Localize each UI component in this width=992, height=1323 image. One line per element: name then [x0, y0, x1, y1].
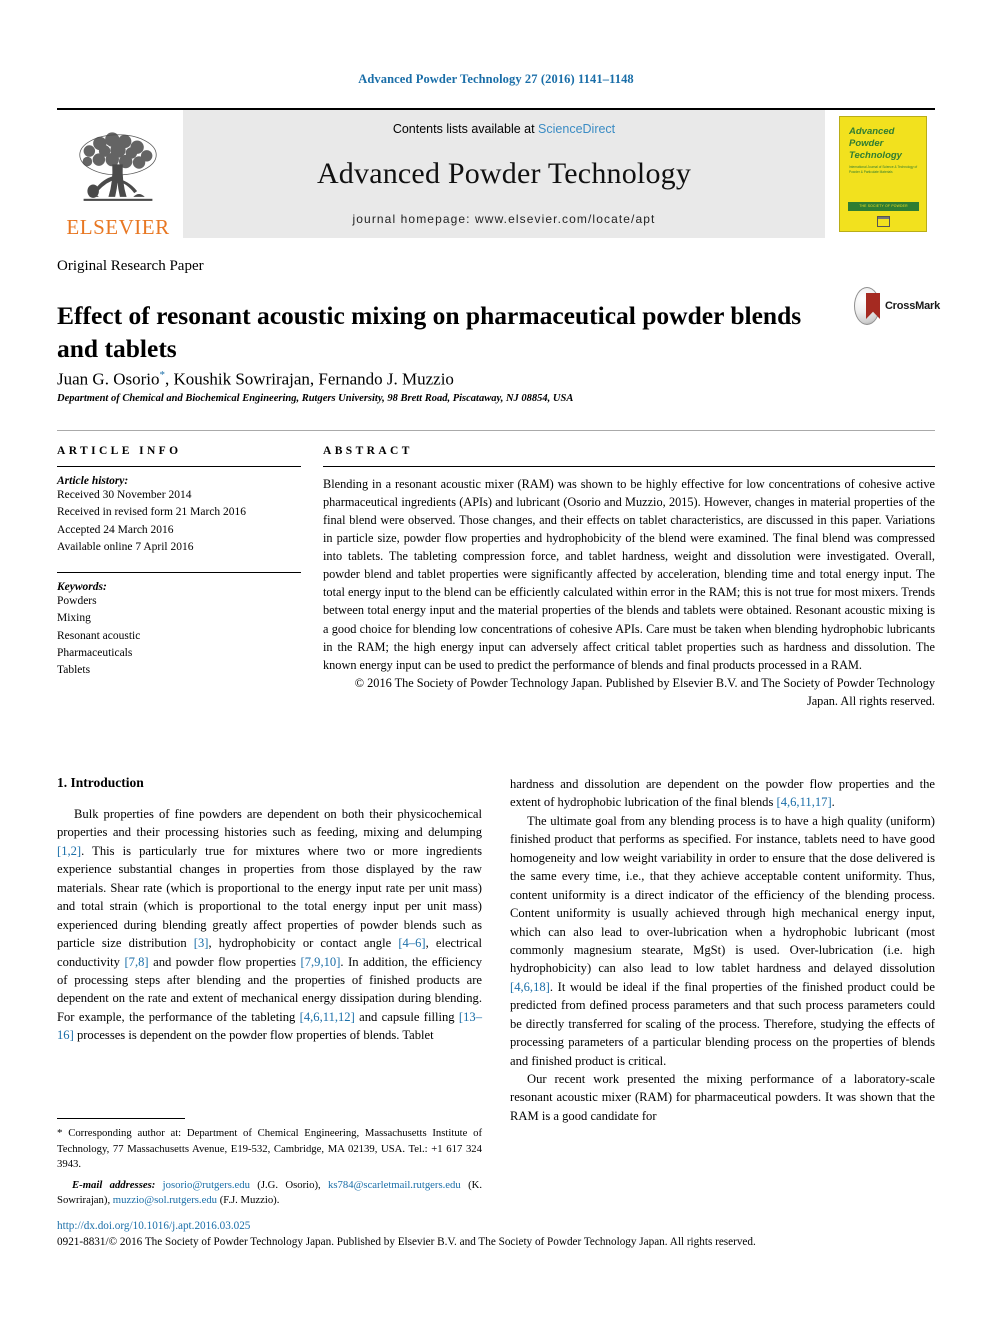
citation-ref[interactable]: [7,8]	[124, 955, 148, 969]
paragraph: Bulk properties of fine powders are depe…	[57, 805, 482, 1045]
text-run: . It would be ideal if the final propert…	[510, 979, 935, 1068]
info-abstract-region: ARTICLE INFO Article history: Received 3…	[57, 430, 935, 710]
divider	[323, 466, 935, 467]
email-link[interactable]: josorio@rutgers.edu	[163, 1179, 250, 1191]
keyword-item: Pharmaceuticals	[57, 646, 133, 659]
keyword-item: Resonant acoustic	[57, 629, 141, 642]
article-history-item: Accepted 24 March 2016	[57, 523, 174, 536]
keywords-label: Keywords:	[57, 581, 107, 593]
sciencedirect-link[interactable]: ScienceDirect	[538, 122, 615, 136]
abstract-text: Blending in a resonant acoustic mixer (R…	[323, 477, 935, 672]
article-type-label: Original Research Paper	[57, 258, 204, 274]
divider	[57, 466, 301, 467]
cover-title: Advanced Powder Technology	[849, 126, 919, 162]
paragraph: hardness and dissolution are dependent o…	[510, 775, 935, 812]
contents-prefix: Contents lists available at	[392, 122, 539, 136]
page-title: Effect of resonant acoustic mixing on ph…	[57, 301, 802, 364]
citation-ref[interactable]: [4,6,11,17]	[777, 795, 832, 809]
citation-ref[interactable]: [7,9,10]	[301, 955, 341, 969]
keyword-item: Tablets	[57, 664, 91, 676]
text-run: (J.G. Osorio),	[249, 1178, 329, 1191]
article-history-item: Received in revised form 21 March 2016	[57, 506, 247, 519]
crossmark-label: CrossMark	[884, 300, 940, 312]
email-addresses-note: E-mail addresses: josorio@rutgers.edu (J…	[57, 1178, 482, 1208]
text-run: .	[831, 795, 835, 810]
citation-ref[interactable]: [4,6,18]	[510, 980, 550, 994]
elsevier-logo: ELSEVIER	[57, 110, 179, 238]
text-run: (F.J. Muzzio).	[217, 1194, 280, 1207]
divider	[57, 572, 301, 573]
authors-rest: , Koushik Sowrirajan, Fernando J. Muzzio	[164, 369, 454, 389]
cover-title-line2: Powder	[849, 138, 884, 150]
contents-list-line: Contents lists available at ScienceDirec…	[393, 122, 615, 136]
citation-ref[interactable]: [3]	[194, 936, 209, 950]
citation-ref[interactable]: [4,6,11,12]	[300, 1010, 355, 1024]
text-run: , hydrophobicity or contact angle	[208, 936, 399, 951]
keyword-item: Powders	[57, 595, 97, 607]
authors-names: Juan G. Osorio	[57, 369, 160, 389]
text-run: Corresponding author at: Department of C…	[57, 1127, 482, 1170]
cover-publisher-footer	[840, 216, 926, 228]
journal-homepage[interactable]: journal homepage: www.elsevier.com/locat…	[353, 212, 656, 226]
cover-title-line1: Advanced	[849, 126, 895, 137]
cover-society-band: THE SOCIETY OF POWDER TECHNOLOGY JAPAN	[848, 202, 919, 211]
abstract-column: ABSTRACT Blending in a resonant acoustic…	[323, 445, 935, 710]
author-list: Juan G. Osorio*, Koushik Sowrirajan, Fer…	[57, 369, 454, 390]
citation-ref[interactable]: [4–6]	[398, 936, 425, 950]
affiliation: Department of Chemical and Biochemical E…	[57, 393, 574, 404]
text-run: and capsule filling	[354, 1009, 459, 1024]
journal-banner: Contents lists available at ScienceDirec…	[183, 110, 825, 238]
citation-ref[interactable]: [1,2]	[57, 844, 81, 858]
article-history-item: Available online 7 April 2016	[57, 540, 194, 553]
article-info-heading: ARTICLE INFO	[57, 445, 182, 457]
article-history-item: Received 30 November 2014	[57, 489, 192, 501]
elsevier-wordmark: ELSEVIER	[66, 215, 170, 239]
corresponding-author-note: * Corresponding author at: Department of…	[57, 1126, 482, 1172]
journal-cover-thumbnail: Advanced Powder Technology International…	[831, 110, 935, 238]
abstract-body: Blending in a resonant acoustic mixer (R…	[323, 475, 935, 710]
email-label: E-mail addresses:	[72, 1178, 156, 1191]
paragraph: The ultimate goal from any blending proc…	[510, 812, 935, 1070]
abstract-heading: ABSTRACT	[323, 445, 413, 457]
text-run: Bulk properties of fine powders are depe…	[57, 807, 482, 840]
running-head: Advanced Powder Technology 27 (2016) 114…	[358, 72, 634, 86]
journal-masthead: ELSEVIER Contents lists available at Sci…	[57, 108, 935, 238]
doi-link[interactable]: http://dx.doi.org/10.1016/j.apt.2016.03.…	[57, 1220, 250, 1232]
text-run: processes is dependent on the powder flo…	[73, 1028, 434, 1043]
email-link[interactable]: ks784@scarletmail.rutgers.edu	[328, 1179, 461, 1191]
article-info-column: ARTICLE INFO Article history: Received 3…	[57, 445, 323, 710]
article-history-label: Article history:	[57, 475, 129, 487]
paragraph: Our recent work presented the mixing per…	[510, 1072, 935, 1123]
text-run: The ultimate goal from any blending proc…	[510, 813, 935, 976]
cover-subtitle: International Journal of Science & Techn…	[849, 165, 918, 175]
section-heading-introduction: 1. Introduction	[57, 775, 144, 790]
crossmark-icon	[854, 287, 880, 325]
paper-page: Advanced Powder Technology 27 (2016) 114…	[0, 0, 992, 1323]
body-column-right: hardness and dissolution are dependent o…	[510, 775, 935, 1210]
keyword-item: Mixing	[57, 612, 91, 625]
text-run: hardness and dissolution are dependent o…	[510, 777, 935, 810]
cover-emblem-icon	[876, 216, 890, 227]
cover-image: Advanced Powder Technology International…	[839, 116, 927, 232]
journal-title: Advanced Powder Technology	[316, 157, 692, 190]
email-link[interactable]: muzzio@sol.rutgers.edu	[113, 1194, 217, 1206]
text-run: . This is particularly true for mixtures…	[57, 843, 482, 951]
issn-copyright-line: 0921-8831/© 2016 The Society of Powder T…	[57, 1236, 756, 1248]
text-run: and powder flow properties	[148, 954, 301, 969]
footnote-block: * Corresponding author at: Department of…	[57, 1118, 482, 1208]
elsevier-tree-icon	[79, 132, 157, 201]
abstract-copyright: © 2016 The Society of Powder Technology …	[354, 675, 935, 708]
crossmark-badge[interactable]: CrossMark	[854, 283, 940, 329]
cover-title-line3: Technology	[849, 150, 902, 162]
footnote-divider	[57, 1118, 185, 1119]
